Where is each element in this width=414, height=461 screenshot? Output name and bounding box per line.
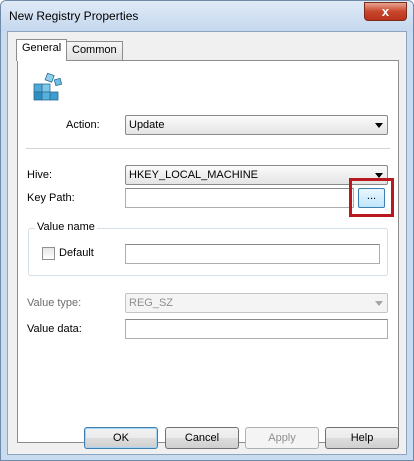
help-button[interactable]: Help — [325, 427, 399, 449]
key-path-label: Key Path: — [27, 192, 75, 204]
value-type-value: REG_SZ — [129, 297, 174, 309]
value-type-dropdown: REG_SZ — [125, 293, 388, 313]
registry-properties-dialog: New Registry Properties x General Common — [0, 0, 414, 461]
dialog-client-area: General Common Action: Update Hive: HKEY… — [7, 31, 407, 455]
window-title: New Registry Properties — [9, 9, 139, 23]
action-value: Update — [129, 119, 165, 131]
browse-button[interactable]: ... — [358, 188, 385, 208]
value-data-label: Value data: — [27, 323, 82, 335]
value-type-label: Value type: — [27, 297, 82, 309]
apply-button: Apply — [245, 427, 319, 449]
action-dropdown[interactable]: Update — [125, 115, 388, 135]
hive-value: HKEY_LOCAL_MACHINE — [129, 169, 258, 181]
value-name-input[interactable] — [125, 244, 380, 264]
registry-cubes-icon — [33, 72, 63, 101]
general-tab-panel: Action: Update Hive: HKEY_LOCAL_MACHINE … — [17, 60, 399, 443]
close-button[interactable]: x — [364, 2, 407, 21]
action-label: Action: — [66, 119, 100, 131]
tab-common[interactable]: Common — [66, 41, 123, 60]
default-checkbox[interactable] — [42, 247, 55, 260]
title-bar[interactable]: New Registry Properties x — [1, 1, 413, 31]
chevron-down-icon — [375, 123, 383, 128]
separator — [26, 148, 390, 149]
ok-button[interactable]: OK — [84, 427, 158, 449]
value-data-input[interactable] — [125, 319, 388, 339]
close-icon: x — [381, 4, 390, 19]
key-path-input[interactable] — [125, 188, 354, 208]
cancel-button[interactable]: Cancel — [165, 427, 239, 449]
chevron-down-icon — [375, 301, 383, 306]
tab-general[interactable]: General — [16, 39, 68, 61]
hive-label: Hive: — [27, 169, 53, 181]
default-checkbox-label[interactable]: Default — [59, 247, 94, 259]
value-name-group-title: Value name — [35, 221, 97, 233]
